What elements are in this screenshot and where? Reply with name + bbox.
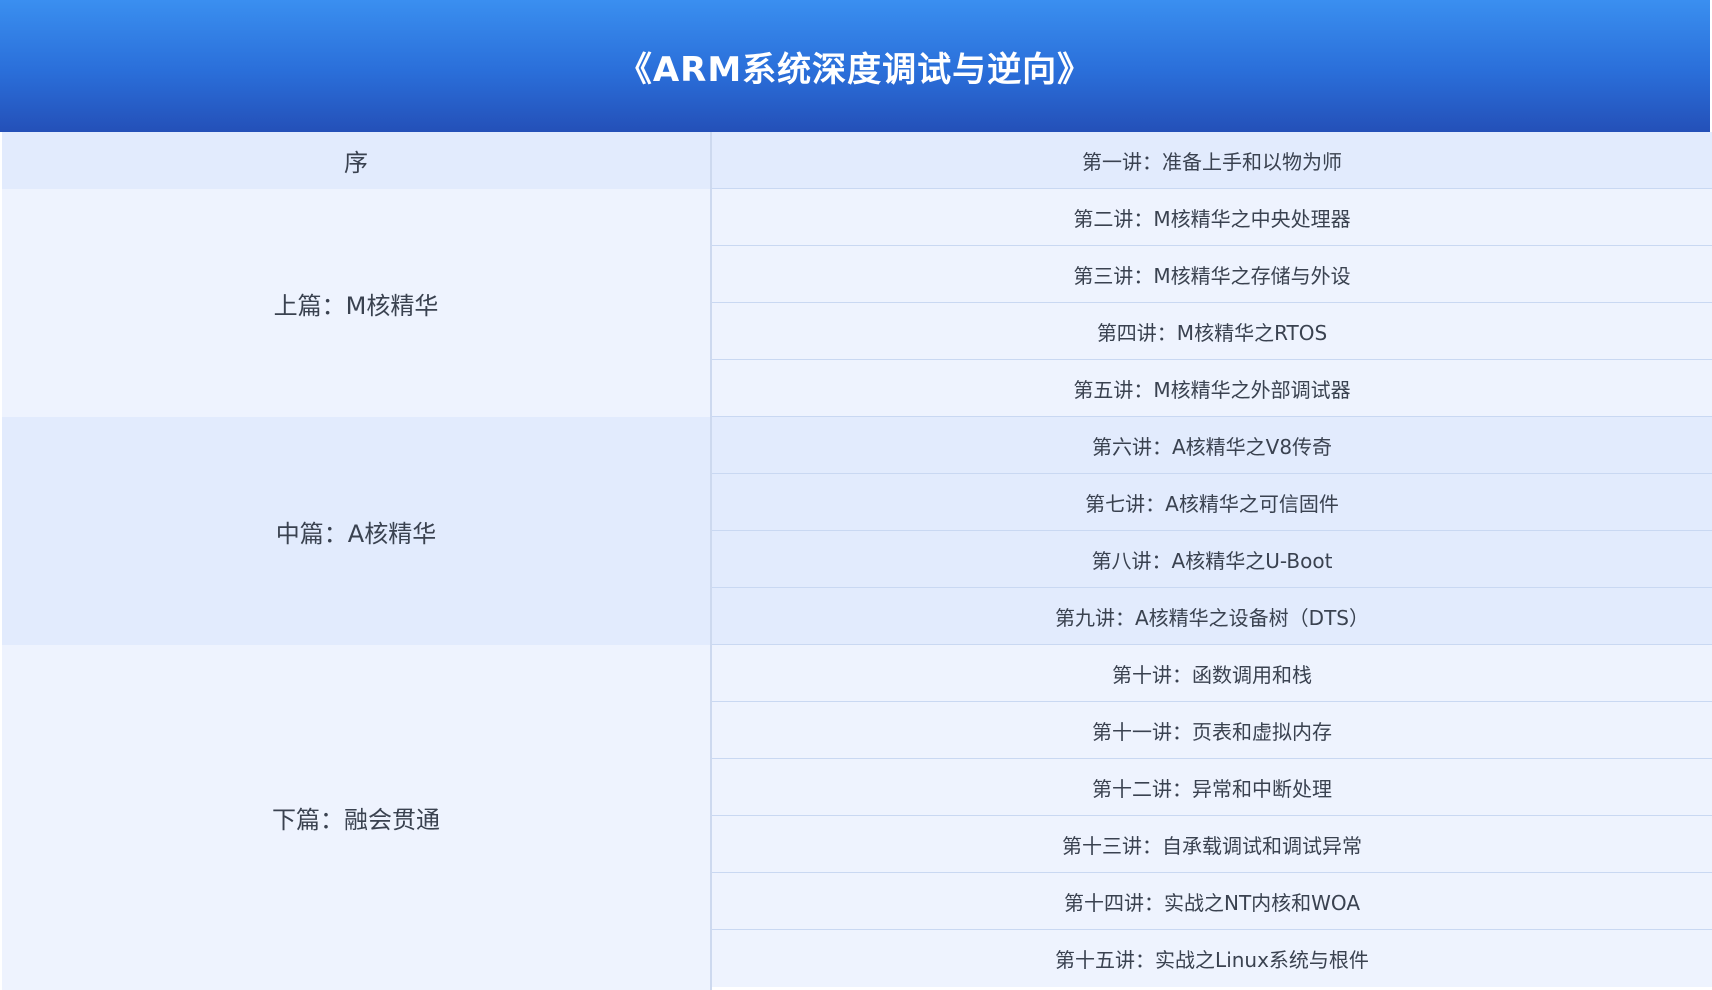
lecture-row-10: 第十讲：函数调用和栈	[712, 645, 1712, 702]
lecture-row-3: 第三讲：M核精华之存储与外设	[712, 246, 1712, 303]
lecture-row-7: 第七讲：A核精华之可信固件	[712, 474, 1712, 531]
lecture-row-1: 第一讲：准备上手和以物为师	[712, 132, 1712, 189]
lecture-row-9: 第九讲：A核精华之设备树（DTS）	[712, 588, 1712, 645]
header-banner: 《ARM系统深度调试与逆向》	[0, 0, 1710, 132]
lecture-row-5: 第五讲：M核精华之外部调试器	[712, 360, 1712, 417]
section-part-one: 上篇：M核精华	[2, 189, 712, 417]
section-preface: 序	[2, 132, 712, 189]
lecture-row-12: 第十二讲：异常和中断处理	[712, 759, 1712, 816]
lecture-row-4: 第四讲：M核精华之RTOS	[712, 303, 1712, 360]
page-title: 《ARM系统深度调试与逆向》	[617, 49, 1093, 90]
lecture-row-15: 第十五讲：实战之Linux系统与根件	[712, 930, 1712, 987]
course-table: 序 上篇：M核精华 中篇：A核精华 下篇：融会贯通 第一讲：准备上手和以物为师 …	[0, 132, 1712, 990]
lecture-row-13: 第十三讲：自承载调试和调试异常	[712, 816, 1712, 873]
lecture-row-14: 第十四讲：实战之NT内核和WOA	[712, 873, 1712, 930]
lecture-column: 第一讲：准备上手和以物为师 第二讲：M核精华之中央处理器 第三讲：M核精华之存储…	[712, 132, 1712, 990]
course-outline-page: 《ARM系统深度调试与逆向》 序 上篇：M核精华 中篇：A核精华 下篇：融会贯通…	[0, 0, 1712, 990]
section-part-two: 中篇：A核精华	[2, 417, 712, 645]
lecture-row-6: 第六讲：A核精华之V8传奇	[712, 417, 1712, 474]
section-column: 序 上篇：M核精华 中篇：A核精华 下篇：融会贯通	[2, 132, 712, 990]
section-part-three: 下篇：融会贯通	[2, 645, 712, 990]
lecture-row-11: 第十一讲：页表和虚拟内存	[712, 702, 1712, 759]
lecture-row-2: 第二讲：M核精华之中央处理器	[712, 189, 1712, 246]
lecture-row-8: 第八讲：A核精华之U-Boot	[712, 531, 1712, 588]
